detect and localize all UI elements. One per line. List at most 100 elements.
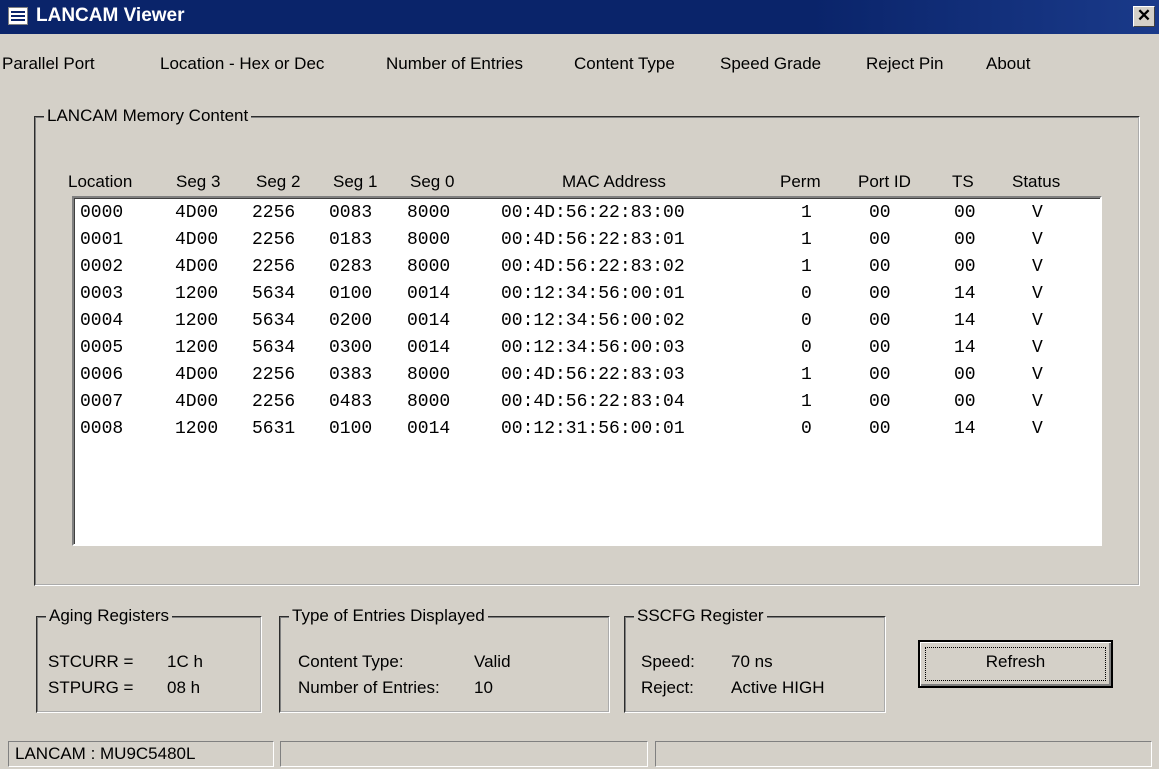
cell-seg1: 0383 [329,365,373,385]
reject-label: Reject: [641,678,694,697]
cell-location: 0007 [80,392,124,412]
sscfg-register-legend: SSCFG Register [634,606,767,626]
cell-mac: 00:4D:56:22:83:03 [501,365,685,385]
content-type-label: Content Type: [298,652,404,671]
cell-port-id: 00 [869,311,891,331]
col-header-port-id: Port ID [858,172,911,191]
cell-location: 0006 [80,365,124,385]
cell-ts: 00 [954,230,976,250]
cell-seg0: 8000 [407,257,451,277]
col-header-seg3: Seg 3 [176,172,221,191]
memory-content-legend: LANCAM Memory Content [44,106,252,126]
cell-seg0: 8000 [407,230,451,250]
cell-port-id: 00 [869,203,891,223]
cell-seg1: 0083 [329,203,373,223]
close-button[interactable]: ✕ [1133,6,1155,27]
cell-port-id: 00 [869,284,891,304]
cell-ts: 14 [954,311,976,331]
stpurg-value: 08 h [167,678,201,697]
cell-seg2: 2256 [252,365,296,385]
app-window-icon[interactable] [8,7,28,25]
reject-value: Active HIGH [731,678,825,697]
cell-mac: 00:12:31:56:00:01 [501,419,685,439]
menu-about[interactable]: About [986,54,1030,74]
cell-ts: 14 [954,419,976,439]
cell-perm: 1 [801,392,812,412]
memory-content-list[interactable]: 0000 4D00 2256 0083 8000 00:4D:56:22:83:… [72,196,1102,546]
stcurr-label: STCURR = [48,652,134,671]
cell-status: V [1032,257,1043,277]
cell-seg0: 0014 [407,338,451,358]
col-header-perm: Perm [780,172,821,191]
cell-seg3: 1200 [175,284,219,304]
cell-seg0: 0014 [407,311,451,331]
cell-port-id: 00 [869,365,891,385]
window-title: LANCAM Viewer [36,5,185,26]
menu-parallel-port[interactable]: Parallel Port [2,54,95,74]
cell-mac: 00:4D:56:22:83:00 [501,203,685,223]
aging-registers-legend: Aging Registers [46,606,173,626]
cell-status: V [1032,311,1043,331]
cell-seg3: 1200 [175,311,219,331]
cell-mac: 00:12:34:56:00:02 [501,311,685,331]
cell-perm: 0 [801,284,812,304]
cell-location: 0004 [80,311,124,331]
col-header-location: Location [68,172,133,191]
cell-status: V [1032,230,1043,250]
menu-number-of-entries[interactable]: Number of Entries [386,54,523,74]
cell-seg0: 0014 [407,284,451,304]
cell-seg3: 4D00 [175,257,219,277]
title-bar: LANCAM Viewer ✕ [0,0,1159,34]
cell-perm: 0 [801,419,812,439]
col-header-ts: TS [952,172,974,191]
cell-seg0: 8000 [407,392,451,412]
status-device: LANCAM : MU9C5480L [8,741,274,767]
col-header-seg1: Seg 1 [333,172,378,191]
cell-seg2: 5634 [252,338,296,358]
cell-seg3: 4D00 [175,365,219,385]
cell-seg1: 0183 [329,230,373,250]
cell-status: V [1032,419,1043,439]
speed-value: 70 ns [731,652,773,671]
cell-seg1: 0100 [329,419,373,439]
menu-reject-pin[interactable]: Reject Pin [866,54,943,74]
menu-speed-grade[interactable]: Speed Grade [720,54,821,74]
stcurr-value: 1C h [167,652,203,671]
cell-port-id: 00 [869,338,891,358]
cell-perm: 0 [801,338,812,358]
cell-seg1: 0100 [329,284,373,304]
cell-seg2: 2256 [252,257,296,277]
cell-ts: 14 [954,284,976,304]
cell-perm: 1 [801,365,812,385]
cell-location: 0002 [80,257,124,277]
cell-status: V [1032,284,1043,304]
number-of-entries-label: Number of Entries: [298,678,440,697]
cell-seg0: 8000 [407,365,451,385]
menu-content-type[interactable]: Content Type [574,54,675,74]
status-panel-3 [655,741,1152,767]
cell-seg1: 0300 [329,338,373,358]
entries-displayed-legend: Type of Entries Displayed [289,606,488,626]
cell-seg1: 0483 [329,392,373,412]
cell-mac: 00:4D:56:22:83:01 [501,230,685,250]
cell-seg3: 4D00 [175,392,219,412]
cell-seg3: 4D00 [175,203,219,223]
cell-mac: 00:12:34:56:00:01 [501,284,685,304]
refresh-button[interactable]: Refresh [918,640,1113,688]
cell-perm: 0 [801,311,812,331]
cell-perm: 1 [801,203,812,223]
cell-seg2: 5634 [252,284,296,304]
cell-port-id: 00 [869,392,891,412]
cell-seg3: 1200 [175,419,219,439]
cell-seg2: 2256 [252,203,296,223]
cell-perm: 1 [801,230,812,250]
cell-location: 0003 [80,284,124,304]
cell-port-id: 00 [869,419,891,439]
cell-location: 0008 [80,419,124,439]
cell-location: 0000 [80,203,124,223]
cell-mac: 00:4D:56:22:83:04 [501,392,685,412]
cell-status: V [1032,338,1043,358]
col-header-status: Status [1012,172,1061,191]
menu-location-format[interactable]: Location - Hex or Dec [160,54,324,74]
cell-ts: 00 [954,203,976,223]
